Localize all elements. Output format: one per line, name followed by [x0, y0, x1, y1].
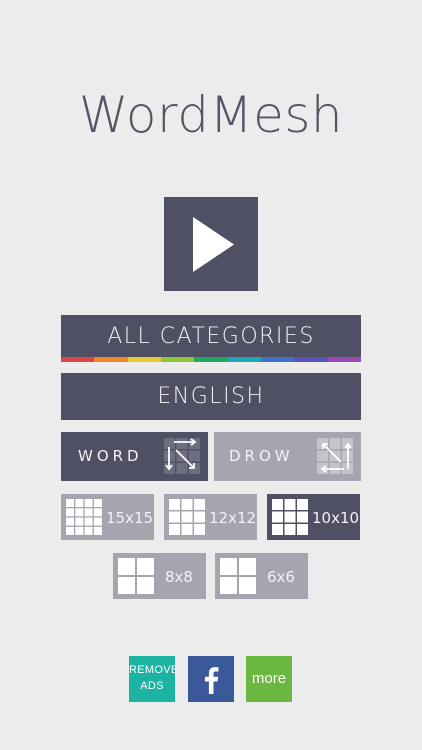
remove-ads-line2: ADS — [140, 680, 164, 692]
grid-2x2-icon — [118, 558, 154, 594]
mode-drow-label: DROW — [229, 447, 294, 465]
category-selector[interactable]: ALL CATEGORIES — [61, 315, 361, 362]
rainbow-segment — [127, 357, 161, 362]
size-12x12-button[interactable]: 12x12 — [164, 494, 257, 540]
size-label: 15x15 — [106, 509, 154, 527]
rainbow-segment — [160, 357, 195, 362]
more-button[interactable]: more — [246, 656, 292, 702]
grid-4x4-icon — [66, 499, 102, 535]
play-icon — [193, 217, 234, 272]
facebook-button[interactable] — [188, 656, 234, 702]
grid-2x2-icon — [220, 558, 256, 594]
remove-ads-line1: REMOVE — [129, 664, 179, 676]
size-label: 12x12 — [209, 509, 257, 527]
size-10x10-button[interactable]: 10x10 — [267, 494, 360, 540]
mode-word-label: WORD — [78, 447, 143, 465]
drow-mode-icon — [317, 438, 353, 474]
grid-3x3-icon — [272, 499, 308, 535]
app-title: WordMesh — [78, 86, 344, 144]
remove-ads-button[interactable]: REMOVE ADS — [129, 656, 179, 702]
more-label: more — [251, 670, 287, 687]
category-rainbow-stripe — [61, 357, 361, 362]
size-8x8-button[interactable]: 8x8 — [113, 553, 206, 599]
rainbow-segment — [327, 357, 361, 362]
category-label: ALL CATEGORIES — [107, 324, 315, 349]
language-selector[interactable]: ENGLISH — [61, 373, 361, 420]
size-6x6-button[interactable]: 6x6 — [215, 553, 308, 599]
size-label: 10x10 — [312, 509, 360, 527]
rainbow-segment — [61, 357, 95, 362]
language-label: ENGLISH — [157, 384, 265, 409]
play-button[interactable] — [164, 197, 258, 291]
size-15x15-button[interactable]: 15x15 — [61, 494, 154, 540]
rainbow-segment — [227, 357, 261, 362]
mode-word-button[interactable]: WORD — [61, 432, 208, 481]
facebook-icon — [204, 667, 219, 694]
word-mode-icon — [164, 438, 200, 474]
grid-3x3-icon — [169, 499, 205, 535]
rainbow-segment — [260, 357, 295, 362]
mode-drow-button[interactable]: DROW — [214, 432, 361, 481]
rainbow-segment — [294, 357, 328, 362]
size-label: 6x6 — [267, 568, 295, 586]
rainbow-segment — [94, 357, 128, 362]
size-label: 8x8 — [165, 568, 193, 586]
rainbow-segment — [194, 357, 228, 362]
